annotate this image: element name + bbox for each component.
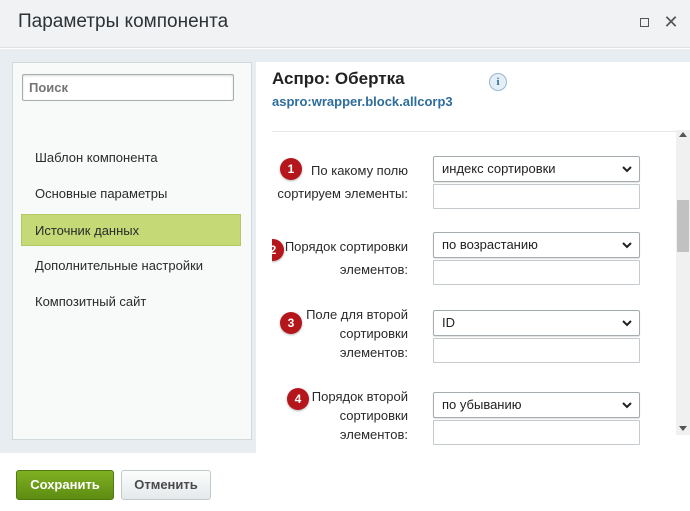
select-value: по возрастанию (442, 237, 538, 252)
sidebar-item-composite-site[interactable]: Композитный сайт (13, 286, 251, 318)
param-label-line: Порядок второй (311, 389, 408, 404)
scroll-down-icon[interactable] (679, 426, 687, 431)
dialog-titlebar: Параметры компонента ✕ (0, 0, 690, 48)
sort-field-select[interactable]: индекс сортировки (433, 156, 640, 182)
params-scrollbar[interactable] (676, 130, 690, 435)
sort-order-select[interactable]: по возрастанию (433, 232, 640, 258)
sidebar: Шаблон компонента Основные параметры Ист… (12, 62, 252, 440)
search-input[interactable] (22, 74, 234, 101)
param-label-line: Поле для второй (306, 307, 408, 322)
params-list: 1 По какому полю сортируем элементы: инд… (272, 132, 672, 453)
select-value: индекс сортировки (442, 161, 556, 176)
param-label-line: сортировки (339, 408, 408, 423)
param-label-line: По какому полю (311, 163, 408, 178)
sidebar-item-main-params[interactable]: Основные параметры (13, 178, 251, 210)
second-sort-order-extra-input[interactable] (433, 420, 640, 445)
select-value: по убыванию (442, 397, 522, 412)
params-panel: Аспро: Обертка aspro:wrapper.block.allco… (256, 62, 690, 453)
param-label-line: Порядок сортировки (284, 239, 408, 254)
sort-order-extra-input[interactable] (433, 260, 640, 285)
param-number-badge: 3 (280, 312, 302, 334)
sort-field-extra-input[interactable] (433, 184, 640, 209)
chevron-down-icon (622, 166, 632, 173)
param-label-line: сортировки (339, 326, 408, 341)
component-title: Аспро: Обертка (272, 69, 405, 88)
dialog-body: Шаблон компонента Основные параметры Ист… (0, 49, 690, 453)
info-icon[interactable]: i (489, 73, 507, 91)
maximize-icon[interactable] (636, 15, 652, 31)
select-value: ID (442, 315, 455, 330)
param-number-badge: 2 (272, 239, 284, 261)
close-icon[interactable]: ✕ (663, 13, 679, 31)
param-label: Порядок сортировки элементов: (285, 235, 408, 281)
second-sort-field-extra-input[interactable] (433, 338, 640, 363)
chevron-down-icon (622, 402, 632, 409)
param-label-line: элементов: (339, 345, 408, 360)
second-sort-order-select[interactable]: по убыванию (433, 392, 640, 418)
chevron-down-icon (622, 242, 632, 249)
component-code: aspro:wrapper.block.allcorp3 (272, 94, 453, 109)
param-label: Порядок второй сортировки элементов: (312, 387, 408, 444)
sidebar-item-template[interactable]: Шаблон компонента (13, 142, 251, 174)
save-button[interactable]: Сохранить (16, 470, 114, 500)
param-label: Поле для второй сортировки элементов: (306, 305, 408, 362)
sidebar-item-additional-settings[interactable]: Дополнительные настройки (13, 250, 251, 282)
scrollbar-thumb[interactable] (677, 200, 689, 252)
param-number-badge: 4 (287, 388, 309, 410)
param-label-line: элементов: (339, 262, 408, 277)
dialog-footer: Сохранить Отменить (0, 453, 690, 511)
chevron-down-icon (622, 320, 632, 327)
param-label: По какому полю сортируем элементы: (277, 159, 408, 205)
cancel-button[interactable]: Отменить (121, 470, 211, 500)
param-label-line: элементов: (339, 427, 408, 442)
sidebar-item-data-source[interactable]: Источник данных (21, 214, 241, 246)
sidebar-nav: Шаблон компонента Основные параметры Ист… (13, 142, 251, 322)
param-label-line: сортируем элементы: (277, 186, 408, 201)
dialog-title: Параметры компонента (18, 11, 229, 32)
second-sort-field-select[interactable]: ID (433, 310, 640, 336)
scroll-up-icon[interactable] (679, 132, 687, 137)
